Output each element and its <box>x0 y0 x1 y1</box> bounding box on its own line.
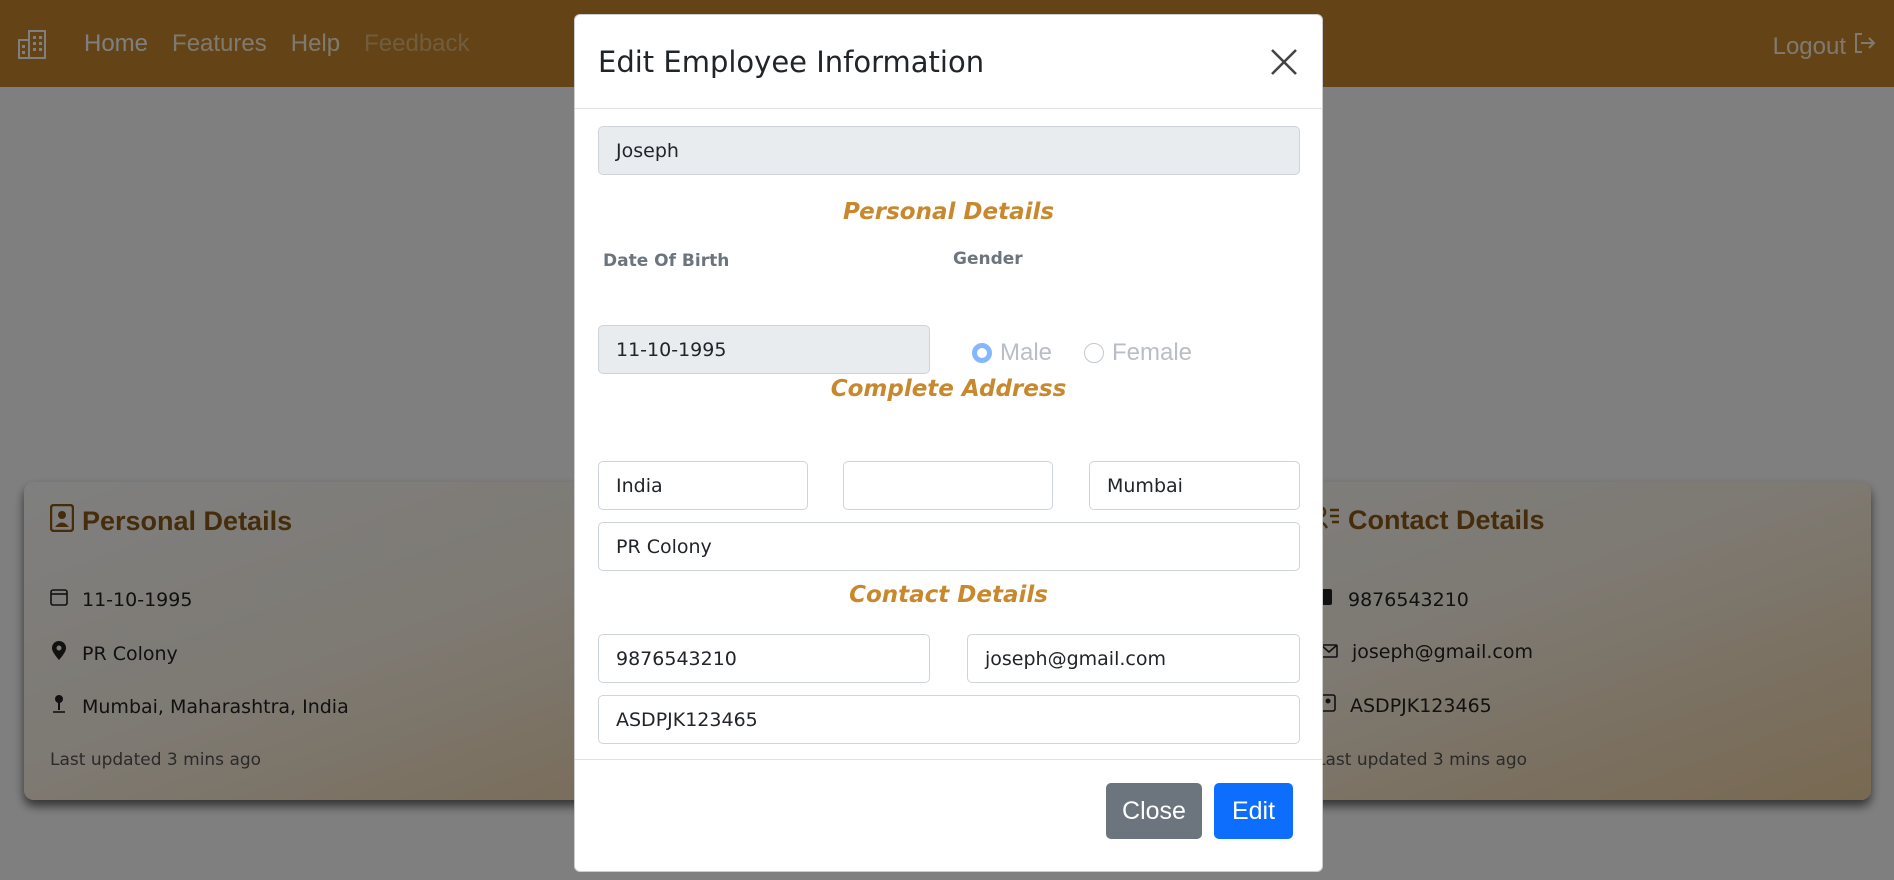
contact-details-heading: Contact Details <box>849 582 1048 608</box>
gender-male-radio[interactable]: Male <box>972 339 1052 367</box>
gender-female-radio[interactable]: Female <box>1084 339 1192 367</box>
name-input[interactable]: Joseph <box>598 126 1300 175</box>
country-input[interactable]: India <box>598 461 808 510</box>
city-input[interactable]: Mumbai <box>1089 461 1300 510</box>
male-label: Male <box>1000 339 1053 366</box>
dob-label: Date Of Birth <box>603 251 730 271</box>
close-icon[interactable] <box>1269 47 1299 77</box>
gender-label: Gender <box>953 249 1023 269</box>
state-input[interactable] <box>843 461 1053 510</box>
radio-button[interactable] <box>1084 343 1104 363</box>
email-input[interactable]: joseph@gmail.com <box>967 634 1300 683</box>
phone-input[interactable]: 9876543210 <box>598 634 930 683</box>
female-label: Female <box>1112 339 1193 366</box>
complete-address-heading: Complete Address <box>830 376 1067 402</box>
personal-details-heading: Personal Details <box>842 199 1055 225</box>
modal-body: Joseph Personal Details Date Of Birth Ge… <box>575 109 1322 759</box>
modal-header: Edit Employee Information <box>575 15 1322 109</box>
modal-footer: Close Edit <box>575 759 1322 871</box>
edit-button[interactable]: Edit <box>1214 783 1293 839</box>
street-input[interactable]: PR Colony <box>598 522 1300 571</box>
edit-employee-modal: Edit Employee Information Joseph Persona… <box>574 14 1323 872</box>
id-input[interactable]: ASDPJK123465 <box>598 695 1300 744</box>
dob-input[interactable]: 11-10-1995 <box>598 325 930 374</box>
modal-title: Edit Employee Information <box>598 45 985 79</box>
radio-button[interactable] <box>972 343 992 363</box>
close-button[interactable]: Close <box>1106 783 1202 839</box>
